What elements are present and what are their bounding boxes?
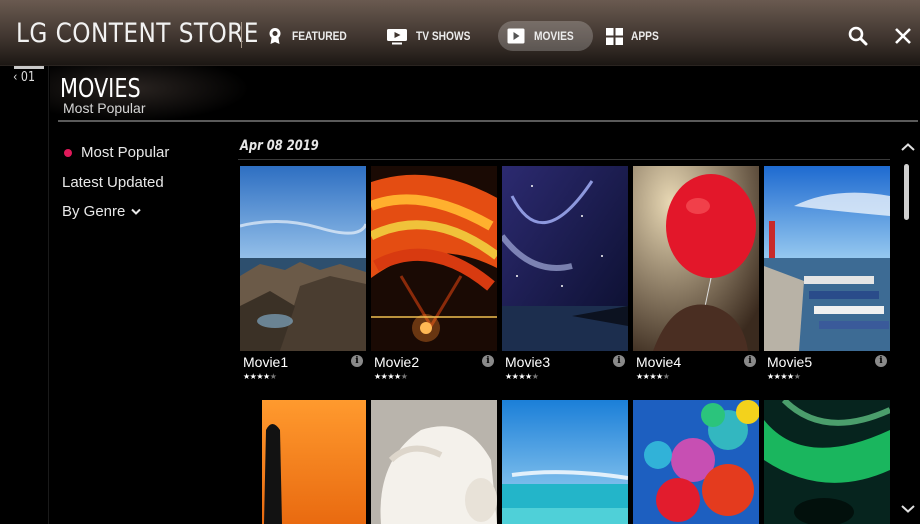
- movie-tile[interactable]: [502, 400, 628, 524]
- page-indicator-bar: [14, 66, 44, 69]
- movie-thumbnail: [633, 166, 759, 351]
- rail-divider: [48, 66, 49, 524]
- star-rating: ★★★★★: [505, 372, 539, 381]
- chevron-up-icon: [901, 143, 915, 151]
- movie-title: Movie2: [374, 354, 420, 370]
- info-icon[interactable]: i: [613, 355, 625, 367]
- movie-tile[interactable]: Movie5 ★★★★★ i: [764, 166, 890, 391]
- movie-thumbnail: [371, 166, 497, 351]
- movie-tile[interactable]: Movie2 ★★★★★ i: [371, 166, 497, 391]
- movie-tile[interactable]: [764, 400, 890, 524]
- sidebar-item-by-genre[interactable]: By Genre: [62, 197, 222, 227]
- tab-tv-shows[interactable]: TV SHOWS: [378, 21, 492, 51]
- tab-apps-label: APPS: [631, 29, 659, 43]
- movie-tile[interactable]: [371, 400, 497, 524]
- scrollbar-thumb[interactable]: [904, 164, 909, 220]
- sidebar-item-label: Latest Updated: [62, 173, 164, 191]
- category-sidebar: Most Popular Latest Updated By Genre: [62, 138, 222, 227]
- section-date: Apr 08 2019: [240, 138, 319, 154]
- movie-thumbnail: [764, 166, 890, 351]
- star-rating: ★★★★★: [374, 372, 408, 381]
- scroll-down-button[interactable]: [897, 500, 919, 518]
- chevron-down-icon: [901, 505, 915, 513]
- chevron-down-icon: [131, 208, 142, 216]
- tv-play-icon: [386, 27, 408, 45]
- movie-title: Movie4: [636, 354, 682, 370]
- close-icon: [895, 28, 911, 44]
- movie-thumbnail: [502, 400, 628, 524]
- title-divider: [58, 120, 918, 122]
- info-icon[interactable]: i: [744, 355, 756, 367]
- sidebar-item-latest-updated[interactable]: Latest Updated: [62, 168, 222, 198]
- movie-tile[interactable]: Movie1 ★★★★★ i: [240, 166, 366, 391]
- tab-movies-label: MOVIES: [534, 29, 575, 43]
- info-icon[interactable]: i: [875, 355, 887, 367]
- movie-meta: Movie4 ★★★★★ i: [633, 351, 759, 391]
- tab-tv-shows-label: TV SHOWS: [416, 29, 471, 43]
- scroll-up-button[interactable]: [897, 138, 919, 156]
- movie-thumbnail: [633, 400, 759, 524]
- movie-play-icon: [506, 27, 526, 45]
- sidebar-item-most-popular[interactable]: Most Popular: [62, 138, 222, 168]
- movie-tile[interactable]: Movie3 ★★★★★ i: [502, 166, 628, 391]
- movie-meta: Movie3 ★★★★★ i: [502, 351, 628, 391]
- movie-title: Movie3: [505, 354, 551, 370]
- main-nav: FEATURED TV SHOWS MOVIES APPS: [258, 21, 680, 51]
- movie-thumbnail: [502, 166, 628, 351]
- movie-thumbnail: [764, 400, 890, 524]
- tab-featured-label: FEATURED: [292, 29, 347, 43]
- movie-tile[interactable]: [240, 400, 366, 524]
- back-button[interactable]: ‹ 01: [13, 70, 35, 85]
- movie-thumbnail: [240, 400, 366, 524]
- star-rating: ★★★★★: [767, 372, 801, 381]
- search-icon: [848, 26, 868, 46]
- info-icon[interactable]: i: [351, 355, 363, 367]
- movie-thumbnail: [371, 400, 497, 524]
- tab-movies[interactable]: MOVIES: [498, 21, 594, 51]
- tab-apps[interactable]: APPS: [597, 21, 676, 51]
- info-icon[interactable]: i: [482, 355, 494, 367]
- top-bar: LG CONTENT STORE FEATURED TV SHOWS MOVIE…: [0, 0, 920, 66]
- selected-dot-icon: [64, 148, 72, 157]
- page-subtitle: Most Popular: [63, 100, 146, 116]
- content-divider: [238, 159, 890, 160]
- movie-title: Movie1: [243, 354, 289, 370]
- movie-meta: Movie1 ★★★★★ i: [240, 351, 366, 391]
- star-rating: ★★★★★: [636, 372, 670, 381]
- movie-tile[interactable]: Movie4 ★★★★★ i: [633, 166, 759, 391]
- tab-featured[interactable]: FEATURED: [258, 21, 368, 51]
- header-divider: [241, 22, 242, 48]
- movie-tile[interactable]: [633, 400, 759, 524]
- close-button[interactable]: [889, 22, 917, 50]
- sidebar-item-label: By Genre: [62, 203, 126, 221]
- app-title: LG CONTENT STORE: [16, 18, 259, 49]
- sidebar-item-label: Most Popular: [81, 144, 170, 162]
- featured-badge-icon: [266, 27, 284, 45]
- movie-thumbnail: [240, 166, 366, 351]
- movie-title: Movie5: [767, 354, 813, 370]
- star-rating: ★★★★★: [243, 372, 277, 381]
- movie-meta: Movie2 ★★★★★ i: [371, 351, 497, 391]
- search-button[interactable]: [844, 22, 872, 50]
- apps-grid-icon: [605, 27, 623, 45]
- movie-meta: Movie5 ★★★★★ i: [764, 351, 890, 391]
